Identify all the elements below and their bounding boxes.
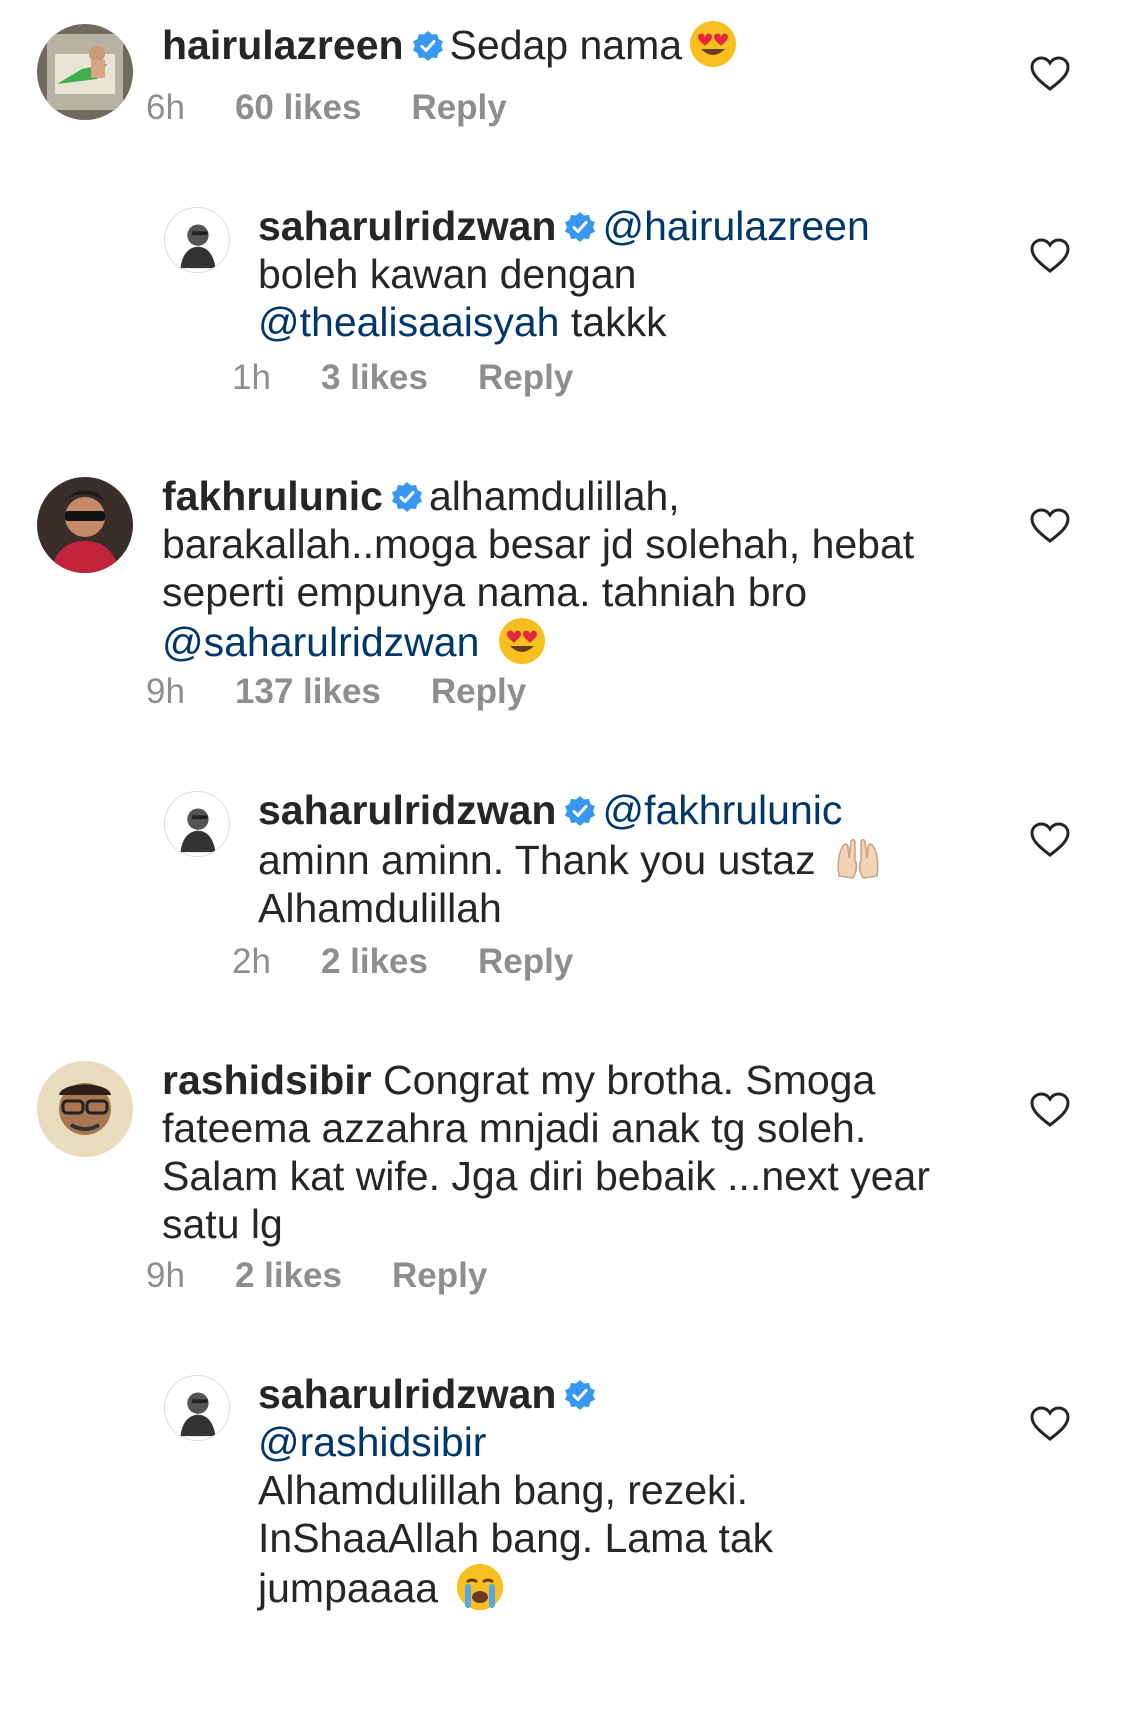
comment-time: 6h bbox=[146, 88, 185, 127]
username[interactable]: rashidsibir bbox=[162, 1057, 372, 1103]
reply-button[interactable]: Reply bbox=[411, 88, 506, 128]
username[interactable]: fakhrulunic bbox=[162, 473, 383, 519]
comment-body: saharulridzwan @rashidsibir Alhamdulillah … bbox=[258, 1370, 818, 1612]
comment-body: saharulridzwan @hairulazreen boleh kawan d… bbox=[258, 202, 988, 346]
comment-time: 2h bbox=[232, 942, 271, 981]
comment-body: fakhrulunic alhamdulillah, barakallah..mo… bbox=[162, 472, 992, 666]
avatar[interactable] bbox=[164, 1375, 230, 1441]
avatar[interactable] bbox=[37, 1061, 133, 1157]
comment-time: 1h bbox=[232, 358, 271, 397]
like-heart-icon[interactable] bbox=[1030, 822, 1070, 858]
likes-count[interactable]: 60 likes bbox=[235, 88, 362, 128]
mention-link[interactable]: @saharulridzwan bbox=[162, 619, 479, 665]
like-heart-icon[interactable] bbox=[1030, 56, 1070, 92]
username[interactable]: saharulridzwan bbox=[258, 1371, 556, 1417]
mention-link[interactable]: @fakhrulunic bbox=[602, 787, 842, 833]
comment-time: 9h bbox=[146, 672, 185, 711]
like-heart-icon[interactable] bbox=[1030, 238, 1070, 274]
comment-body: saharulridzwan @fakhrulunic aminn aminn. T… bbox=[258, 786, 988, 932]
username[interactable]: saharulridzwan bbox=[258, 787, 556, 833]
comment-meta: 9h 2 likes Reply bbox=[146, 1256, 487, 1296]
comment-text: takkk bbox=[570, 299, 667, 345]
username[interactable]: hairulazreen bbox=[162, 22, 404, 68]
reply-button[interactable]: Reply bbox=[392, 1256, 487, 1296]
crying-face-emoji bbox=[455, 1562, 505, 1612]
verified-badge-icon bbox=[564, 1379, 596, 1411]
avatar[interactable] bbox=[164, 207, 230, 273]
comment-meta: 6h 60 likes Reply bbox=[146, 88, 507, 128]
comment-text: boleh kawan dengan bbox=[258, 251, 637, 297]
like-heart-icon[interactable] bbox=[1030, 508, 1070, 544]
likes-count[interactable]: 2 likes bbox=[321, 942, 428, 982]
mention-link[interactable]: @hairulazreen bbox=[602, 203, 869, 249]
comment-body: rashidsibir Congrat my brotha. Smoga fat… bbox=[162, 1056, 992, 1248]
comment-text: Alhamdulillah bbox=[258, 885, 502, 931]
like-heart-icon[interactable] bbox=[1030, 1406, 1070, 1442]
comment-meta: 2h 2 likes Reply bbox=[232, 942, 573, 982]
reply-button[interactable]: Reply bbox=[478, 942, 573, 982]
comment-text: Sedap nama bbox=[449, 22, 683, 68]
verified-badge-icon bbox=[564, 211, 596, 243]
verified-badge-icon bbox=[412, 30, 444, 62]
mention-link[interactable]: @rashidsibir bbox=[258, 1419, 486, 1465]
reply-button[interactable]: Reply bbox=[431, 672, 526, 712]
comment-text: aminn aminn. Thank you ustaz bbox=[258, 837, 816, 883]
comment-text: Alhamdulillah bang, rezeki. InShaaAllah … bbox=[258, 1467, 774, 1611]
comment-meta: 9h 137 likes Reply bbox=[146, 672, 526, 712]
reply-button[interactable]: Reply bbox=[478, 358, 573, 398]
verified-badge-icon bbox=[391, 481, 423, 513]
avatar[interactable] bbox=[37, 24, 133, 120]
comment-body: hairulazreen Sedap nama bbox=[162, 19, 992, 69]
mention-link[interactable]: @thealisaaisyah bbox=[258, 299, 559, 345]
heart-eyes-emoji bbox=[497, 616, 547, 666]
likes-count[interactable]: 137 likes bbox=[235, 672, 381, 712]
avatar[interactable] bbox=[37, 477, 133, 573]
verified-badge-icon bbox=[564, 795, 596, 827]
likes-count[interactable]: 2 likes bbox=[235, 1256, 342, 1296]
comment-time: 9h bbox=[146, 1256, 185, 1295]
raised-hands-emoji bbox=[833, 834, 883, 884]
like-heart-icon[interactable] bbox=[1030, 1092, 1070, 1128]
avatar[interactable] bbox=[164, 791, 230, 857]
likes-count[interactable]: 3 likes bbox=[321, 358, 428, 398]
comment-meta: 1h 3 likes Reply bbox=[232, 358, 573, 398]
heart-eyes-emoji bbox=[688, 19, 738, 69]
username[interactable]: saharulridzwan bbox=[258, 203, 556, 249]
